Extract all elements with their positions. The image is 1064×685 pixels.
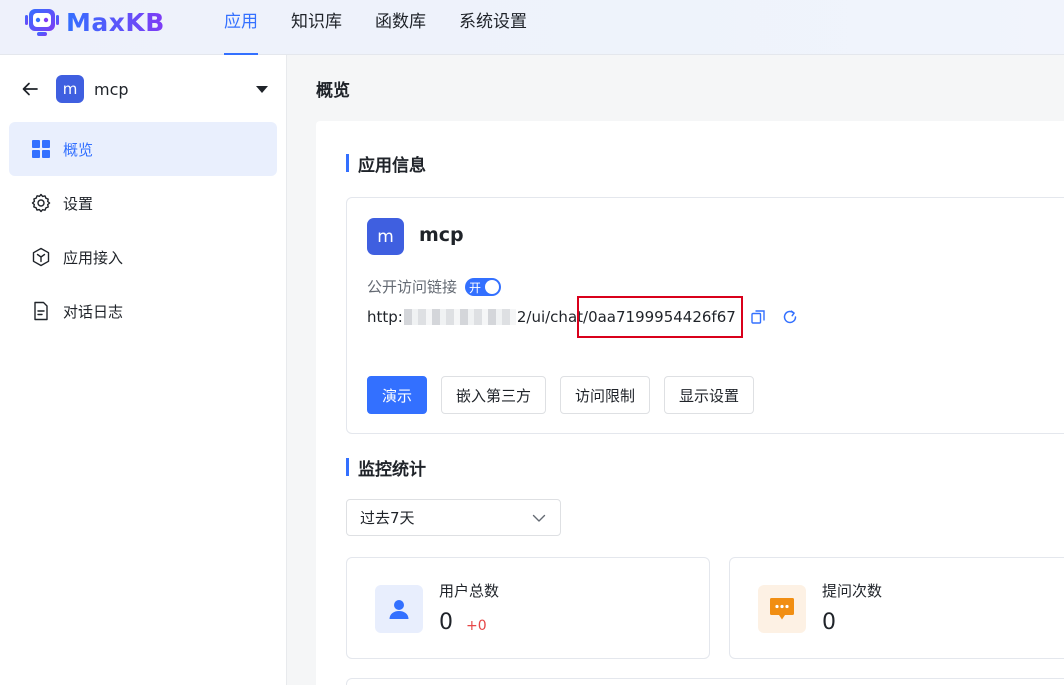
document-icon [34, 301, 48, 321]
gear-icon [31, 193, 51, 213]
sidebar-item-chat-log[interactable]: 对话日志 [9, 284, 277, 338]
time-range-value: 过去7天 [360, 509, 415, 527]
stat-card-questions: 提问次数 0 [729, 557, 1064, 659]
toggle-label: 开 [469, 280, 482, 295]
app-avatar: m [367, 218, 404, 255]
sidebar: m mcp 概览 设置 应用接入 对话日志 [0, 55, 287, 685]
page-title: 概览 [316, 81, 350, 101]
app-switcher[interactable]: m mcp [20, 75, 268, 103]
cube-icon [32, 247, 50, 267]
sidebar-item-settings[interactable]: 设置 [9, 176, 277, 230]
question-stat-icon-bg [758, 585, 806, 633]
public-link-label: 公开访问链接 [367, 278, 458, 296]
public-link-row: 公开访问链接 开 [367, 276, 502, 297]
copy-icon[interactable] [750, 309, 766, 325]
embed-third-party-button[interactable]: 嵌入第三方 [441, 376, 547, 414]
url-token: /0aa7199954426f67 [577, 296, 743, 338]
nav-functions[interactable]: 函数库 [375, 0, 426, 55]
overview-panel: 应用信息 m mcp 公开访问链接 开 http: 2/ui/chat /0aa… [316, 121, 1064, 685]
url-path: 2/ui/chat [516, 308, 584, 326]
chat-bubble-icon [770, 598, 794, 620]
grid-icon [32, 140, 50, 158]
chevron-down-icon [532, 514, 546, 522]
toggle-knob [485, 279, 500, 294]
sidebar-item-label: 应用接入 [63, 248, 124, 267]
app-info-title: 应用信息 [346, 151, 426, 176]
refresh-icon[interactable] [782, 309, 798, 325]
user-icon [389, 600, 409, 619]
public-url-row: http: 2/ui/chat /0aa7199954426f67 [367, 296, 798, 338]
url-prefix: http: [367, 308, 403, 326]
app-info-card: m mcp 公开访问链接 开 http: 2/ui/chat /0aa71999… [346, 197, 1064, 434]
stat-card-users: 用户总数 0 +0 [346, 557, 710, 659]
top-nav: 应用 知识库 函数库 系统设置 [224, 0, 560, 55]
time-range-select[interactable]: 过去7天 [346, 499, 561, 536]
top-header: MaxKB 应用 知识库 函数库 系统设置 [0, 0, 1064, 55]
caret-down-icon[interactable] [256, 85, 268, 93]
sidebar-item-overview[interactable]: 概览 [9, 122, 277, 176]
app-actions: 演示 嵌入第三方 访问限制 显示设置 [367, 376, 768, 414]
logo[interactable]: MaxKB [24, 6, 165, 38]
stat-label: 提问次数 [822, 582, 883, 600]
sidebar-menu: 概览 设置 应用接入 对话日志 [9, 122, 277, 338]
robot-logo-icon [25, 9, 59, 36]
app-avatar: m [56, 75, 84, 103]
nav-system-settings[interactable]: 系统设置 [459, 0, 527, 55]
sidebar-item-label: 概览 [63, 140, 94, 159]
stat-value: 0 [822, 610, 836, 635]
app-name: mcp [419, 224, 464, 246]
sidebar-item-label: 设置 [63, 194, 94, 213]
access-limit-button[interactable]: 访问限制 [560, 376, 651, 414]
highlight-box [577, 296, 743, 338]
stat-value: 0 [439, 610, 453, 635]
back-arrow-icon[interactable] [20, 79, 40, 99]
user-stat-icon-bg [375, 585, 423, 633]
monitor-title: 监控统计 [346, 455, 426, 480]
chart-card-partial [346, 678, 1064, 685]
nav-apps[interactable]: 应用 [224, 0, 258, 55]
app-name: mcp [94, 79, 129, 99]
nav-knowledge[interactable]: 知识库 [291, 0, 342, 55]
sidebar-item-app-integration[interactable]: 应用接入 [9, 230, 277, 284]
display-settings-button[interactable]: 显示设置 [664, 376, 755, 414]
stat-delta: +0 [466, 618, 487, 634]
logo-text: MaxKB [66, 7, 165, 37]
url-masked-host [403, 309, 516, 325]
public-link-toggle[interactable]: 开 [465, 277, 502, 296]
sidebar-item-label: 对话日志 [63, 302, 124, 321]
demo-button[interactable]: 演示 [367, 376, 428, 414]
stat-label: 用户总数 [439, 582, 500, 600]
